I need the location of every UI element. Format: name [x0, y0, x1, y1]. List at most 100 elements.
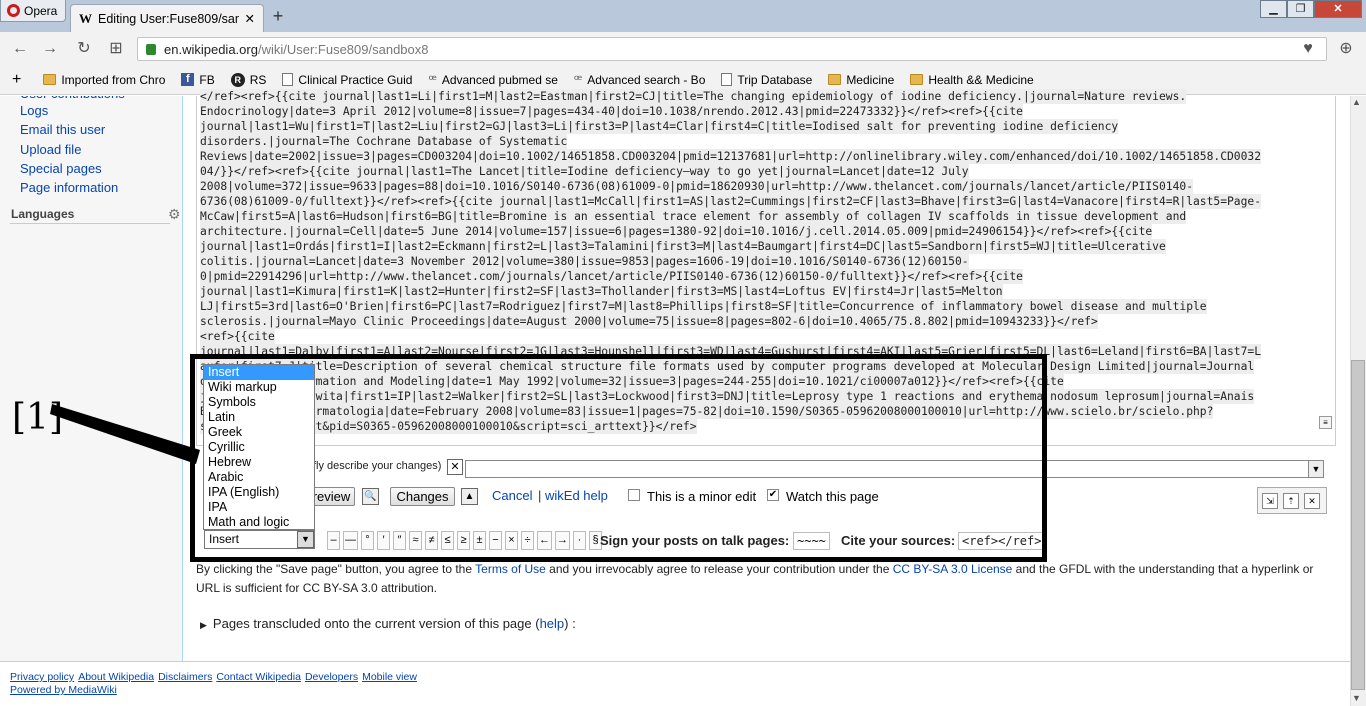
special-char-button[interactable]: — — [343, 531, 358, 550]
special-char-button[interactable]: ′ — [377, 531, 390, 550]
editor-line[interactable]: 6736(08)61009-0/fulltext}}</ref><ref>{{c… — [200, 194, 1262, 209]
bookmark-trip[interactable]: Trip Database — [721, 73, 812, 87]
opera-menu-button[interactable]: Opera — [0, 0, 66, 22]
scrollbar-thumb[interactable] — [1351, 360, 1365, 690]
powered-by-link[interactable]: Powered by MediaWiki — [10, 684, 117, 696]
wikitext-editor[interactable]: </ref><ref>{{cite journal|last1=Li|first… — [200, 89, 1318, 449]
add-bookmark-button[interactable]: + — [12, 71, 21, 89]
editor-line[interactable]: journal|last1=Dalby|first1=A|last2=Nours… — [200, 344, 1262, 359]
special-char-button[interactable]: ≤ — [441, 531, 454, 550]
download-icon[interactable]: ⊕ — [1336, 39, 1356, 59]
ref-insert-link[interactable]: <ref></ref> — [958, 532, 1046, 550]
special-char-button[interactable]: ″ — [393, 531, 406, 550]
insert-option[interactable]: IPA — [204, 500, 314, 515]
insert-option[interactable]: Math and logic — [204, 515, 314, 530]
special-char-button[interactable]: · — [573, 531, 586, 550]
footer-link[interactable]: Developers — [305, 671, 358, 683]
footer-link[interactable]: Disclaimers — [158, 671, 212, 683]
changes-button[interactable]: Changes — [390, 487, 455, 506]
editor-line[interactable]: 2008|volume=372|issue=9633|pages=88|doi=… — [200, 179, 1193, 194]
tab-active[interactable]: W Editing User:Fuse809/sandbox8 ✕ — [70, 4, 264, 32]
insert-option[interactable]: Symbols — [204, 395, 314, 410]
address-bar[interactable]: en.wikipedia.org/wiki/User:Fuse809/sandb… — [137, 37, 1327, 61]
clear-summary-icon[interactable]: ✕ — [447, 459, 463, 475]
editor-line[interactable]: journal|last1=Wu|first1=T|last2=Liu|firs… — [200, 119, 1119, 134]
scroll-down-icon[interactable]: ▼ — [1352, 693, 1361, 703]
special-char-button[interactable]: ← — [537, 531, 552, 550]
summary-history-chevron-down-icon[interactable]: ▼ — [1308, 460, 1324, 478]
terms-of-use-link[interactable]: Terms of Use — [475, 562, 546, 576]
footer-link[interactable]: Privacy policy — [10, 671, 74, 683]
special-char-button[interactable]: ≈ — [409, 531, 422, 550]
special-char-button[interactable]: − — [489, 531, 502, 550]
chevron-down-icon[interactable]: ▼ — [297, 531, 314, 548]
special-char-button[interactable]: ° — [361, 531, 374, 550]
minor-edit-checkbox[interactable] — [628, 489, 640, 501]
insert-option[interactable]: Greek — [204, 425, 314, 440]
forward-icon[interactable]: → — [40, 39, 60, 59]
sidebar-item-upload[interactable]: Upload file — [20, 142, 81, 157]
preview-zoom-icon[interactable]: 🔍 — [362, 488, 379, 505]
cancel-link[interactable]: Cancel — [492, 488, 532, 503]
summary-input[interactable] — [465, 460, 1310, 478]
insert-option[interactable]: Arabic — [204, 470, 314, 485]
insert-option[interactable]: Latin — [204, 410, 314, 425]
wiked-help-link[interactable]: wikEd help — [545, 488, 608, 503]
editor-line[interactable]: 0|pmid=22914296|url=http://www.thelancet… — [200, 269, 1023, 284]
help-link[interactable]: help — [540, 616, 565, 631]
bookmark-health[interactable]: Health && Medicine — [910, 73, 1034, 87]
heart-bookmark-icon[interactable]: ♥ — [1298, 39, 1318, 59]
back-icon[interactable]: ← — [10, 39, 30, 59]
special-char-button[interactable]: × — [505, 531, 518, 550]
bookmark-medicine[interactable]: Medicine — [828, 73, 894, 87]
bookmark-rs[interactable]: R RS — [230, 72, 266, 87]
editor-line[interactable]: <ref>{{cite — [200, 329, 275, 344]
wiked-upload-icon[interactable]: ⇡ — [1283, 492, 1299, 509]
editor-line[interactable]: sclerosis.|journal=Mayo Clinic Proceedin… — [200, 314, 1098, 329]
editor-line[interactable]: journal|last1=Kimura|first1=K|last2=Hunt… — [200, 284, 1003, 299]
special-char-button[interactable]: – — [327, 531, 340, 550]
bookmark-fb[interactable]: f FB — [181, 73, 215, 87]
editor-line[interactable]: aufer|first7=J|title=Description of seve… — [200, 359, 1255, 374]
maximize-button[interactable]: ❐ — [1287, 0, 1314, 18]
sidebar-item-email[interactable]: Email this user — [20, 122, 105, 137]
sidebar-item-logs[interactable]: Logs — [20, 103, 48, 118]
editor-line[interactable]: Reviews|date=2002|issue=3|pages=CD003204… — [200, 149, 1262, 164]
preview-button[interactable]: review — [308, 487, 355, 506]
editor-line[interactable]: of Chemical Information and Modeling|dat… — [200, 374, 1064, 389]
editor-scroll-icon[interactable]: ≡ — [1319, 416, 1332, 429]
bookmark-advanced-search[interactable]: ꟹ Advanced search - Bo — [574, 72, 705, 88]
minimize-button[interactable]: ▁ — [1260, 0, 1287, 18]
special-char-button[interactable]: → — [555, 531, 570, 550]
license-link[interactable]: CC BY-SA 3.0 License — [893, 562, 1013, 576]
footer-link[interactable]: Mobile view — [362, 671, 417, 683]
editor-line[interactable]: colitis.|journal=Lancet|date=3 November … — [200, 254, 969, 269]
editor-line[interactable]: McCaw|first5=A|last6=Hudson|first6=BG|ti… — [200, 209, 1187, 224]
sidebar-item-special[interactable]: Special pages — [20, 161, 102, 176]
editor-line[interactable]: disorders.|journal=The Cochrane Database… — [200, 134, 568, 149]
wiked-close-icon[interactable]: ✕ — [1304, 492, 1320, 509]
sidebar-item-page-info[interactable]: Page information — [20, 180, 118, 195]
editor-line[interactable]: </ref><ref>{{cite journal|last1=Li|first… — [200, 89, 1187, 104]
editor-line[interactable]: architecture.|journal=Cell|date=5 June 2… — [200, 224, 1153, 239]
tab-close-icon[interactable]: ✕ — [245, 11, 255, 26]
insert-option[interactable]: Hebrew — [204, 455, 314, 470]
editor-line[interactable]: LJ|first5=3rd|last6=O'Brien|first6=PC|la… — [200, 299, 1207, 314]
insert-option[interactable]: Wiki markup — [204, 380, 314, 395]
bookmark-imported[interactable]: Imported from Chro — [43, 73, 165, 87]
gear-icon[interactable]: ⚙ — [168, 206, 181, 223]
speed-dial-grid-icon[interactable]: ⊞ — [106, 39, 126, 59]
footer-link[interactable]: Contact Wikipedia — [216, 671, 301, 683]
footer-link[interactable]: About Wikipedia — [78, 671, 154, 683]
special-char-button[interactable]: ≠ — [425, 531, 438, 550]
bookmark-clinical[interactable]: Clinical Practice Guid — [282, 73, 412, 87]
window-close-button[interactable]: ✕ — [1314, 0, 1362, 18]
special-char-button[interactable]: ± — [473, 531, 486, 550]
insert-option[interactable]: Insert — [204, 365, 314, 380]
signature-insert-link[interactable]: ~~~~ — [793, 532, 830, 550]
special-char-button[interactable]: ÷ — [521, 531, 534, 550]
reload-icon[interactable]: ↻ — [74, 39, 94, 59]
editor-line[interactable]: Endocrinology|date=3 April 2012|volume=8… — [200, 104, 1023, 119]
editor-line[interactable]: Brasileiros de Dermatologia|date=Februar… — [200, 404, 1214, 419]
watch-page-checkbox[interactable]: ✔ — [767, 489, 779, 501]
